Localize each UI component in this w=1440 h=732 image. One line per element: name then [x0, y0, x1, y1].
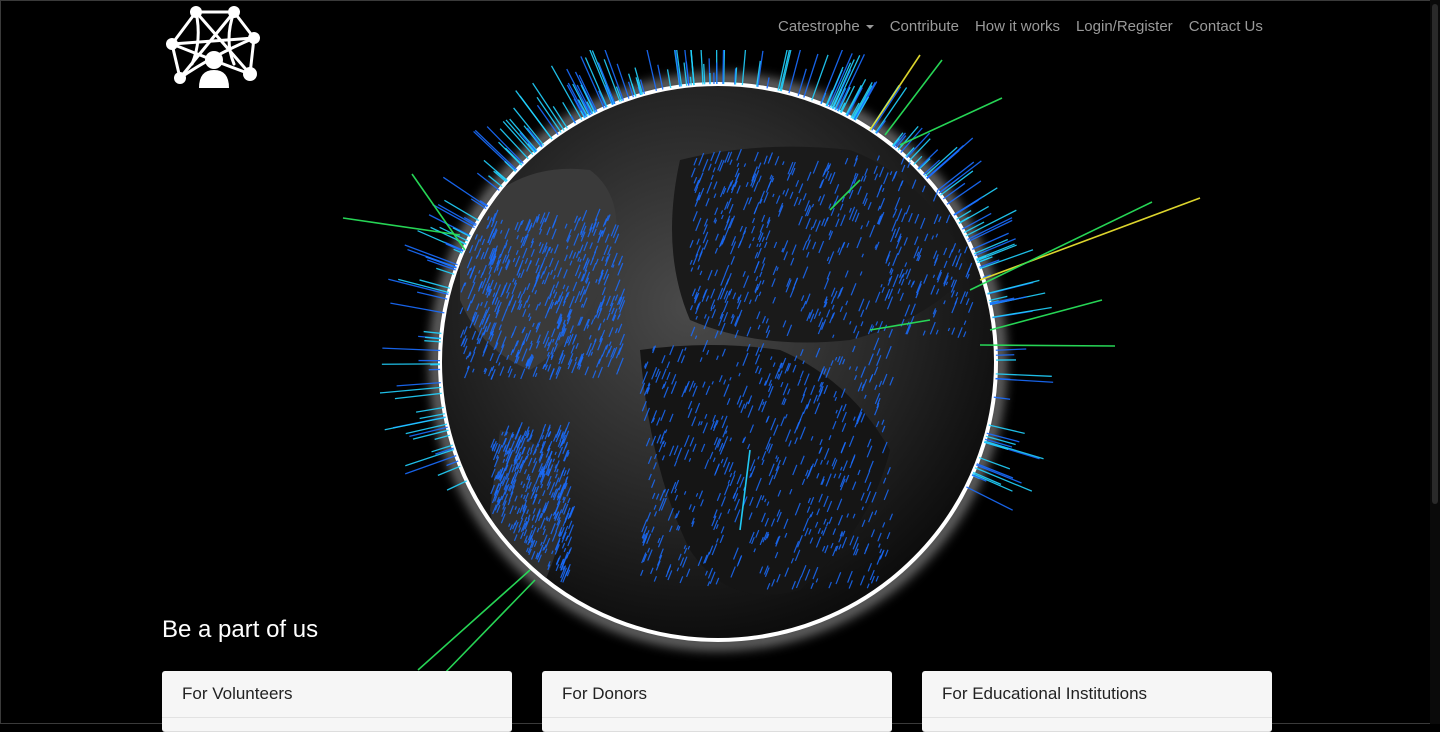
- nav-contact-us[interactable]: Contact Us: [1181, 16, 1271, 37]
- data-spike: [980, 198, 1200, 280]
- data-spike: [987, 280, 1039, 293]
- data-spike: [537, 97, 561, 132]
- chevron-down-icon: [866, 25, 874, 29]
- data-spike: [973, 474, 1013, 491]
- data-spike: [937, 162, 974, 191]
- data-spike: [980, 345, 1115, 346]
- card-donors[interactable]: For Donors: [542, 671, 892, 732]
- network-person-logo[interactable]: [162, 4, 262, 90]
- data-spike: [343, 218, 460, 235]
- data-spike: [854, 82, 875, 119]
- nav-login-register[interactable]: Login/Register: [1068, 16, 1181, 37]
- data-spike: [432, 204, 474, 227]
- data-spike: [380, 387, 441, 393]
- card-educational-institutions[interactable]: For Educational Institutions: [922, 671, 1272, 732]
- scrollbar-thumb[interactable]: [1432, 4, 1438, 504]
- data-spike: [440, 580, 535, 678]
- data-spike: [407, 250, 456, 268]
- card-volunteers-title: For Volunteers: [162, 671, 512, 718]
- data-spike: [499, 142, 522, 165]
- card-donors-title: For Donors: [542, 671, 892, 718]
- data-spike: [412, 174, 465, 250]
- card-educational-title: For Educational Institutions: [922, 671, 1272, 718]
- data-spike: [690, 77, 691, 85]
- nav-contribute[interactable]: Contribute: [882, 16, 967, 37]
- data-spike: [385, 417, 446, 429]
- data-spike: [443, 177, 487, 207]
- section-title: Be a part of us: [162, 616, 318, 644]
- audience-cards: For Volunteers For Donors For Educationa…: [162, 671, 1272, 732]
- data-spike: [821, 50, 844, 104]
- card-volunteers[interactable]: For Volunteers: [162, 671, 512, 732]
- data-spike: [418, 570, 530, 670]
- data-spike: [506, 120, 535, 153]
- data-spike: [514, 108, 544, 145]
- nav-catastrophe-label: Catestrophe: [778, 18, 860, 35]
- data-spike: [533, 83, 564, 130]
- nav-how-it-works[interactable]: How it works: [967, 16, 1068, 37]
- data-spike: [968, 218, 1013, 240]
- data-spike: [940, 171, 972, 195]
- data-spike: [900, 98, 1002, 145]
- data-spike: [966, 487, 1012, 510]
- data-spike: [589, 50, 613, 105]
- data-spike: [520, 96, 552, 139]
- vertical-scrollbar[interactable]: [1430, 0, 1440, 724]
- data-spike: [405, 450, 454, 466]
- data-spike: [872, 87, 901, 131]
- data-spike: [581, 56, 604, 108]
- top-navigation: Catestrophe Contribute How it works Logi…: [770, 16, 1271, 37]
- nav-catastrophe-dropdown[interactable]: Catestrophe: [770, 16, 882, 37]
- data-spike: [487, 127, 523, 164]
- globe-visualization[interactable]: [330, 50, 1230, 690]
- data-spike: [925, 147, 957, 176]
- data-spike: [870, 55, 920, 130]
